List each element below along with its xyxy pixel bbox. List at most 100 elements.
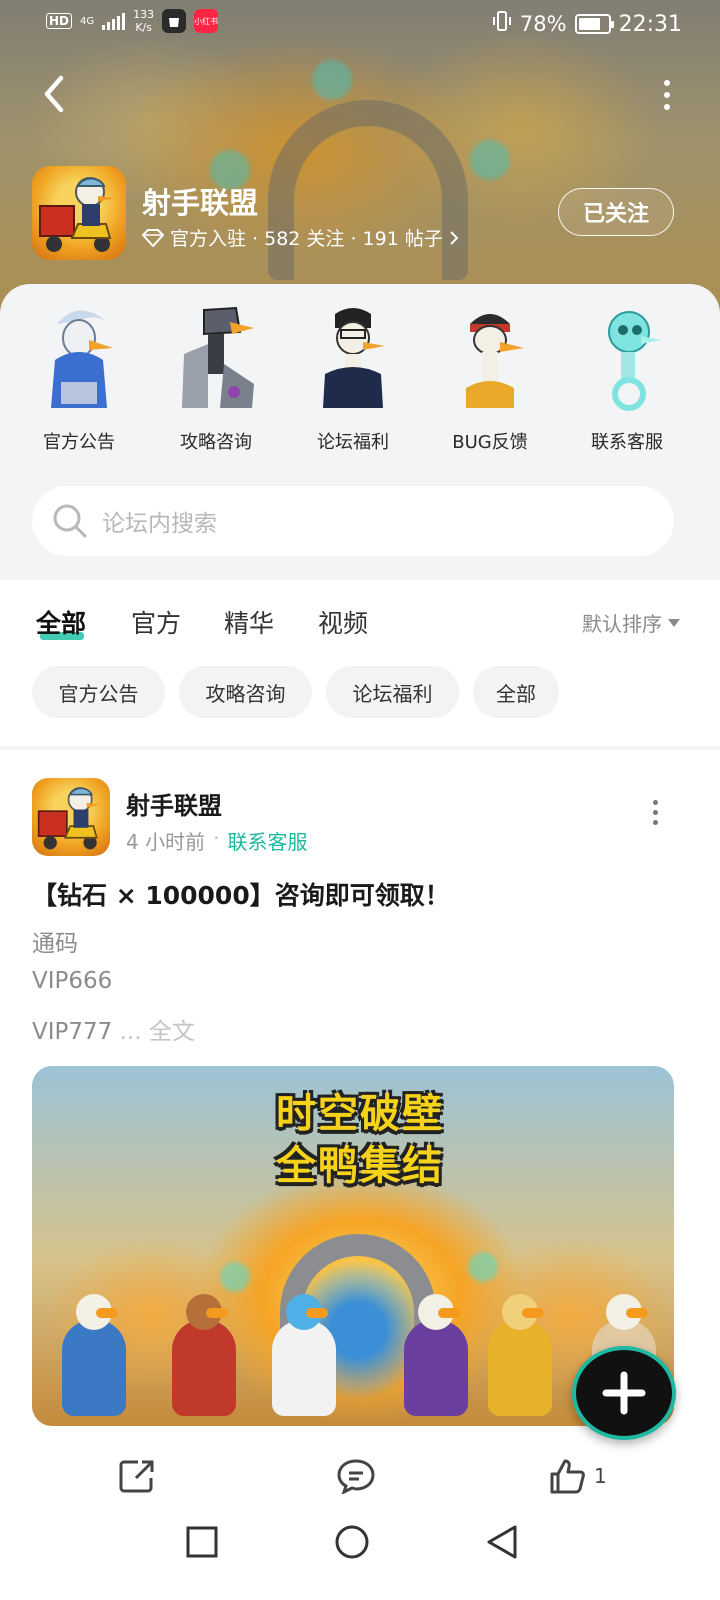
post-action-bar: 1 xyxy=(0,1448,720,1496)
battery-percent: 78% xyxy=(519,12,567,36)
shortcut-official-notice[interactable]: 官方公告 xyxy=(14,304,144,464)
tab-featured[interactable]: 精华 xyxy=(224,604,274,640)
square-icon xyxy=(186,1526,218,1558)
read-more-link[interactable]: 全文 xyxy=(149,1019,195,1045)
caret-down-icon xyxy=(668,618,680,627)
duck-rider-icon xyxy=(37,787,101,850)
shortcut-welfare[interactable]: 论坛福利 xyxy=(288,304,418,464)
like-count: 1 xyxy=(594,1464,607,1488)
tab-label: 全部 xyxy=(36,609,87,638)
clock: 22:31 xyxy=(618,11,682,37)
xiaohongshu-icon: 小红书 xyxy=(194,9,219,33)
post-body-line: 通码 xyxy=(32,931,78,957)
forum-header: HD 4G 133 K/s 小红书 78% 22:31 射手联盟 官方入驻 · … xyxy=(0,0,720,320)
search-placeholder: 论坛内搜索 xyxy=(102,511,217,537)
share-button[interactable] xyxy=(118,1458,156,1494)
duck-character xyxy=(172,1294,236,1416)
home-button[interactable] xyxy=(322,1512,382,1572)
network-speed: 133 K/s xyxy=(133,8,154,34)
shortcut-bug-report[interactable]: BUG反馈 xyxy=(425,304,555,464)
network-type: 4G xyxy=(80,15,95,27)
follow-button[interactable]: 已关注 xyxy=(558,188,674,236)
thumbs-up-icon xyxy=(550,1459,585,1494)
glow-decoration xyxy=(220,1262,250,1292)
forum-name: 射手联盟 xyxy=(142,186,259,220)
shortcut-label: 攻略咨询 xyxy=(180,432,252,453)
back-button[interactable] xyxy=(32,70,76,118)
signal-icon xyxy=(102,12,126,30)
forum-meta-text: 官方入驻 · 582 关注 · 191 帖子 xyxy=(170,228,443,250)
bandana-duck-icon xyxy=(466,314,524,408)
mecha-duck-icon xyxy=(182,306,254,408)
duck-character xyxy=(488,1294,552,1416)
forum-avatar[interactable] xyxy=(32,166,126,260)
like-button[interactable]: 1 xyxy=(548,1458,607,1494)
speed-unit: K/s xyxy=(135,21,152,34)
chevron-left-icon xyxy=(44,75,64,113)
more-vertical-icon xyxy=(664,80,670,86)
shopping-bag-icon xyxy=(162,9,187,33)
battery-icon xyxy=(574,14,614,34)
shortcut-customer-service[interactable]: 联系客服 xyxy=(562,304,692,464)
banner-title-line: 全鸭集结 xyxy=(276,1143,444,1189)
chevron-right-icon xyxy=(450,230,459,245)
more-options-button[interactable] xyxy=(652,78,682,112)
speed-value: 133 xyxy=(133,8,155,21)
shortcut-label: 论坛福利 xyxy=(317,432,389,453)
more-vertical-icon xyxy=(652,800,658,805)
section-divider xyxy=(0,746,720,750)
author-avatar[interactable] xyxy=(32,778,110,856)
glow-decoration xyxy=(468,1252,498,1282)
search-input[interactable]: 论坛内搜索 xyxy=(32,486,674,556)
triangle-back-icon xyxy=(487,1525,517,1559)
chip-official-notice[interactable]: 官方公告 xyxy=(32,666,165,718)
wizard-duck-icon xyxy=(51,310,113,408)
tab-video[interactable]: 视频 xyxy=(318,604,368,640)
post-title[interactable]: 【钻石 × 100000】咨询即可领取！ xyxy=(32,876,450,912)
glasses-duck-icon xyxy=(323,308,385,408)
duck-character xyxy=(404,1294,468,1416)
post-time: 4 小时前 xyxy=(126,830,206,854)
meta-separator: · xyxy=(213,826,220,850)
system-navigation-bar xyxy=(0,1496,720,1600)
banner-title: 时空破壁 全鸭集结 xyxy=(240,1088,480,1192)
duck-rider-icon xyxy=(39,177,114,252)
share-icon xyxy=(119,1460,154,1493)
comment-icon xyxy=(337,1459,375,1494)
system-back-button[interactable] xyxy=(472,1512,532,1572)
search-icon xyxy=(53,504,87,538)
tab-bar: 全部 官方 精华 视频 默认排序 xyxy=(0,580,720,660)
post-author[interactable]: 射手联盟 xyxy=(126,786,222,821)
sort-label: 默认排序 xyxy=(582,612,662,636)
chip-welfare[interactable]: 论坛福利 xyxy=(326,666,459,718)
post-category[interactable]: 联系客服 xyxy=(227,826,307,855)
comment-button[interactable] xyxy=(336,1458,376,1494)
tab-all[interactable]: 全部 xyxy=(36,604,86,640)
ghost-duck-icon xyxy=(608,311,661,411)
shortcut-label: BUG反馈 xyxy=(452,432,528,453)
post-body-line: VIP666 xyxy=(32,968,113,994)
tab-official[interactable]: 官方 xyxy=(131,604,181,640)
diamond-icon xyxy=(142,228,164,247)
post-body-last-line: VIP777 ... 全文 xyxy=(32,1012,195,1046)
chip-all[interactable]: 全部 xyxy=(473,666,559,718)
shortcut-row: 官方公告 攻略咨询 论坛福利 BUG反馈 联系客服 xyxy=(0,304,720,464)
shortcut-label: 官方公告 xyxy=(43,432,115,453)
banner-title-line: 时空破壁 xyxy=(276,1091,444,1137)
vibrate-icon xyxy=(492,10,512,38)
post-meta: 4 小时前 · 联系客服 xyxy=(126,826,307,855)
post-body-line: VIP777 xyxy=(32,1019,113,1045)
chip-strategy[interactable]: 攻略咨询 xyxy=(179,666,312,718)
duck-character xyxy=(272,1294,336,1416)
forum-meta[interactable]: 官方入驻 · 582 关注 · 191 帖子 xyxy=(142,224,459,251)
plus-icon xyxy=(602,1371,646,1415)
ellipsis: ... xyxy=(119,1019,142,1045)
recents-button[interactable] xyxy=(172,1512,232,1572)
shortcut-strategy[interactable]: 攻略咨询 xyxy=(151,304,281,464)
sort-dropdown[interactable]: 默认排序 xyxy=(582,608,680,637)
post-more-button[interactable] xyxy=(650,800,660,830)
circle-icon xyxy=(335,1525,369,1559)
duck-character xyxy=(62,1294,126,1416)
hd-indicator: HD xyxy=(46,13,73,29)
create-post-button[interactable] xyxy=(572,1346,676,1440)
